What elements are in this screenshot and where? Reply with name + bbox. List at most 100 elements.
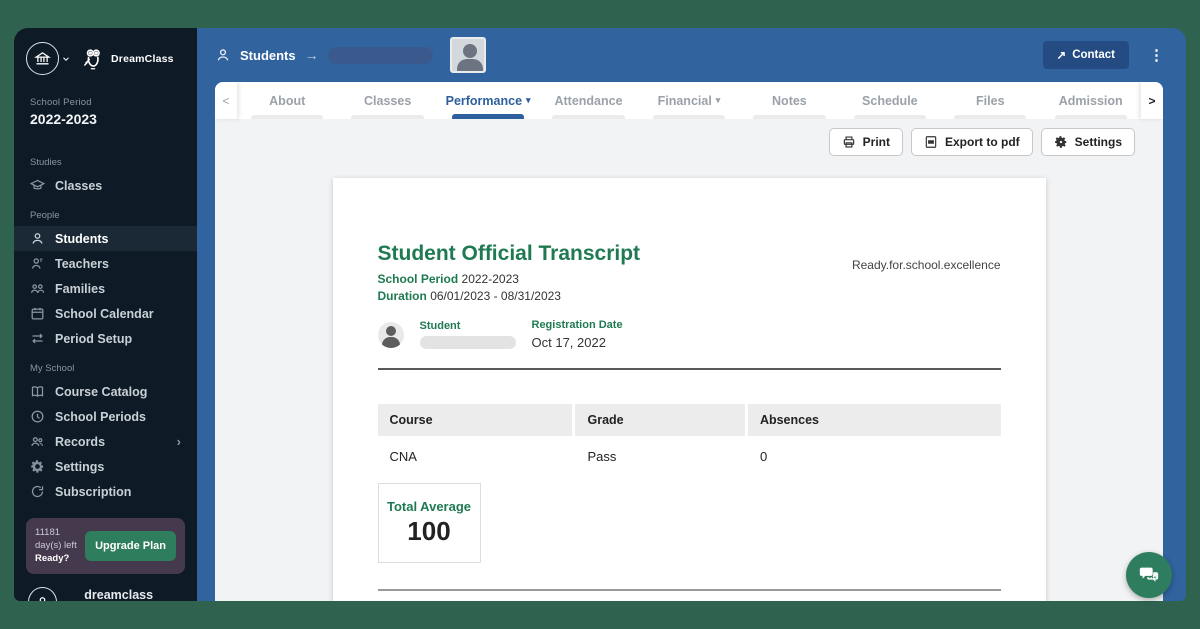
tab-label: Notes xyxy=(772,94,807,108)
tab-schedule[interactable]: Schedule xyxy=(840,82,940,119)
sidebar-item-school-periods[interactable]: School Periods xyxy=(14,404,197,429)
export-pdf-button[interactable]: Export to pdf xyxy=(911,128,1033,156)
calendar-icon xyxy=(30,306,45,321)
sidebar-item-label: Course Catalog xyxy=(55,385,147,399)
topbar: Students → ↗ Contact ⋮ xyxy=(197,28,1186,82)
book-icon xyxy=(30,384,45,399)
sidebar: DreamClass School Period 2022-2023 Studi… xyxy=(14,28,197,601)
upgrade-plan-button[interactable]: Upgrade Plan xyxy=(85,531,176,561)
chat-bubbles-icon xyxy=(1138,564,1160,586)
teacher-icon xyxy=(30,256,45,271)
registration-date-value: Oct 17, 2022 xyxy=(532,335,623,350)
column-header-grade: Grade xyxy=(575,404,744,436)
cell-grade: Pass xyxy=(575,436,744,475)
tab-label: Financial xyxy=(658,94,712,108)
export-label: Export to pdf xyxy=(945,135,1020,149)
student-panel: < About Classes Performance▾ Attendance … xyxy=(215,82,1163,601)
tab-label: Admission xyxy=(1059,94,1123,108)
tabs-scroll-left-button[interactable]: < xyxy=(215,82,237,119)
school-motto: Ready.for.school.excellence xyxy=(852,258,1001,272)
student-name-block: Student xyxy=(420,320,516,349)
person-icon xyxy=(30,231,45,246)
school-period-label: School Period xyxy=(30,97,181,108)
tab-label: Schedule xyxy=(862,94,918,108)
tab-label: Attendance xyxy=(554,94,622,108)
tabs: About Classes Performance▾ Attendance Fi… xyxy=(237,82,1141,119)
duration-label: Duration xyxy=(378,289,427,303)
tab-files[interactable]: Files xyxy=(940,82,1040,119)
pdf-file-icon xyxy=(924,135,938,149)
student-name-redacted xyxy=(420,336,516,349)
tab-attendance[interactable]: Attendance xyxy=(538,82,638,119)
tab-about[interactable]: About xyxy=(237,82,337,119)
sidebar-item-label: Classes xyxy=(55,179,102,193)
sidebar-item-families[interactable]: Families xyxy=(14,276,197,301)
group-label-studies: Studies xyxy=(14,157,197,168)
sidebar-item-label: Students xyxy=(55,232,108,246)
student-name-redacted xyxy=(328,47,433,64)
chevron-right-icon: › xyxy=(177,434,181,449)
sidebar-item-label: Records xyxy=(55,435,167,449)
sidebar-item-classes[interactable]: Classes xyxy=(14,173,197,198)
clock-icon xyxy=(30,409,45,424)
sidebar-item-label: Families xyxy=(55,282,105,296)
table-row: CNA Pass 0 xyxy=(378,436,1001,475)
tab-performance[interactable]: Performance▾ xyxy=(438,82,538,119)
account-menu[interactable]: dreamclass team xyxy=(14,574,197,601)
sidebar-header: DreamClass xyxy=(14,42,197,75)
sidebar-item-label: School Periods xyxy=(55,410,146,424)
tabs-scroll-right-button[interactable]: > xyxy=(1141,82,1163,119)
sidebar-item-subscription[interactable]: Subscription xyxy=(14,479,197,504)
app-window: DreamClass School Period 2022-2023 Studi… xyxy=(14,28,1186,601)
tab-classes[interactable]: Classes xyxy=(337,82,437,119)
organization-switcher[interactable] xyxy=(26,42,71,75)
tab-notes[interactable]: Notes xyxy=(739,82,839,119)
sidebar-item-label: Subscription xyxy=(55,485,131,499)
settings-button[interactable]: Settings xyxy=(1041,128,1135,156)
chat-launcher-button[interactable] xyxy=(1126,552,1172,598)
tab-financial[interactable]: Financial ▾ xyxy=(639,82,739,119)
breadcrumb-section[interactable]: Students xyxy=(240,48,296,63)
account-name: dreamclass team xyxy=(84,588,183,601)
upgrade-banner: 11181 day(s) left Ready? Upgrade Plan xyxy=(26,518,185,574)
kebab-menu-icon[interactable]: ⋮ xyxy=(1145,46,1168,64)
sidebar-item-label: Teachers xyxy=(55,257,109,271)
tab-admission[interactable]: Admission xyxy=(1041,82,1141,119)
chevron-down-icon xyxy=(65,598,74,601)
sidebar-item-label: School Calendar xyxy=(55,307,154,321)
registration-block: Registration Date Oct 17, 2022 xyxy=(532,319,623,350)
printer-icon xyxy=(842,135,856,149)
print-button[interactable]: Print xyxy=(829,128,903,156)
student-photo xyxy=(450,37,486,73)
tab-label: About xyxy=(269,94,305,108)
tab-label: Classes xyxy=(364,94,411,108)
sidebar-item-settings[interactable]: Settings xyxy=(14,454,197,479)
sidebar-item-students[interactable]: Students xyxy=(14,226,197,251)
sidebar-item-period-setup[interactable]: Period Setup xyxy=(14,326,197,351)
ready-text: Ready? xyxy=(35,553,77,566)
user-avatar-icon xyxy=(28,587,57,601)
school-period-value: 2022-2023 xyxy=(462,272,519,286)
sidebar-item-records[interactable]: Records › xyxy=(14,429,197,454)
transcript-title-block: Student Official Transcript School Perio… xyxy=(378,242,641,303)
gear-icon xyxy=(30,459,45,474)
dreamclass-owl-icon xyxy=(80,46,106,72)
transcript-card: Student Official Transcript School Perio… xyxy=(333,178,1046,601)
contact-button[interactable]: ↗ Contact xyxy=(1043,41,1129,69)
school-period-value: 2022-2023 xyxy=(30,111,181,127)
sidebar-item-course-catalog[interactable]: Course Catalog xyxy=(14,379,197,404)
contact-label: Contact xyxy=(1072,49,1115,61)
transcript-header: Student Official Transcript School Perio… xyxy=(378,242,1001,303)
column-header-absences: Absences xyxy=(748,404,1001,436)
cell-absences: 0 xyxy=(748,436,1001,475)
tabs-bar: < About Classes Performance▾ Attendance … xyxy=(215,82,1163,119)
chevron-down-icon xyxy=(61,54,71,64)
sidebar-item-school-calendar[interactable]: School Calendar xyxy=(14,301,197,326)
sidebar-item-teachers[interactable]: Teachers xyxy=(14,251,197,276)
transcript-school-period: School Period 2022-2023 xyxy=(378,272,641,286)
performance-content: Print Export to pdf Settings Student O xyxy=(215,119,1163,601)
caret-down-icon: ▾ xyxy=(716,95,721,106)
caret-down-icon: ▾ xyxy=(526,95,531,106)
topbar-actions: ↗ Contact ⋮ xyxy=(1043,41,1168,69)
student-info-row: Student Registration Date Oct 17, 2022 xyxy=(378,319,1001,350)
